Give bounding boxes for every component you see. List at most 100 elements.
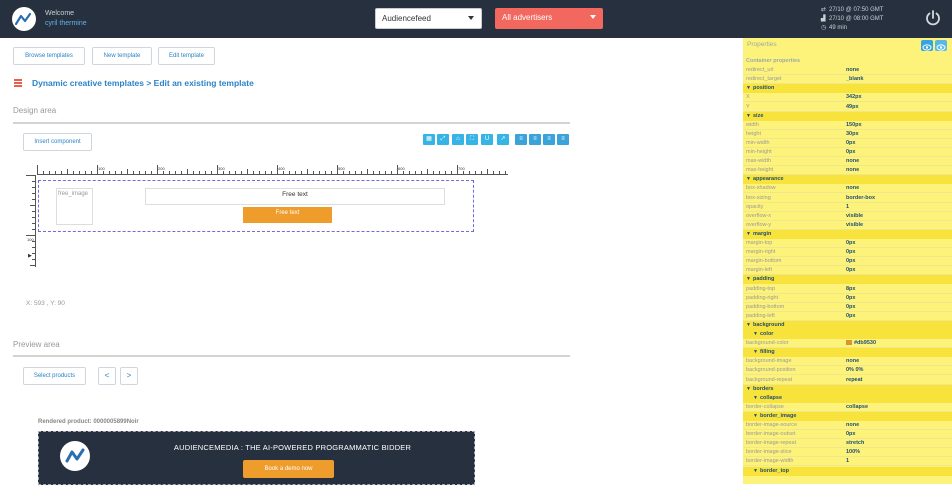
property-group[interactable]: ▼ color: [743, 330, 952, 339]
property-group[interactable]: ▼ size: [743, 111, 952, 121]
property-group[interactable]: ▼ appearance: [743, 175, 952, 185]
property-row: redirect_target _blank: [743, 75, 952, 85]
eye-icon[interactable]: [921, 40, 933, 51]
property-value[interactable]: none: [846, 184, 859, 193]
rendered-banner: AUDIENCEMEDIA : THE AI-POWERED PROGRAMMA…: [38, 431, 475, 485]
new-template-button[interactable]: New template: [92, 47, 152, 65]
ruler-tick: [307, 169, 308, 174]
advertisers-select[interactable]: All advertisers: [495, 8, 603, 29]
share-icon[interactable]: ↗: [497, 134, 509, 145]
align-left-icon[interactable]: ≡: [515, 134, 527, 145]
next-button[interactable]: >: [120, 367, 138, 385]
color-swatch[interactable]: [846, 340, 852, 346]
power-icon[interactable]: [924, 9, 942, 27]
property-value[interactable]: 0px: [846, 239, 855, 248]
property-row: margin-bottom 0px: [743, 257, 952, 267]
property-value[interactable]: visible: [846, 221, 863, 230]
property-row: padding-left 0px: [743, 312, 952, 321]
property-value[interactable]: repeat: [846, 376, 863, 385]
property-value[interactable]: none: [846, 421, 859, 430]
browse-templates-button[interactable]: Browse templates: [13, 47, 85, 65]
expand-icon[interactable]: ⤢: [437, 134, 449, 145]
property-group[interactable]: ▼ margin: [743, 229, 952, 239]
property-key-text: redirect_target: [746, 76, 782, 83]
ruler-label: 700: [458, 166, 465, 171]
main-select[interactable]: Audiencefeed: [375, 8, 482, 29]
property-value[interactable]: 0px: [846, 294, 855, 303]
ruler-tick: [283, 171, 284, 174]
magnet-icon[interactable]: U: [481, 134, 493, 145]
property-value[interactable]: 0px: [846, 312, 855, 321]
property-value[interactable]: _blank: [846, 75, 863, 84]
property-row: box-sizing border-box: [743, 194, 952, 203]
ruler-tick: [85, 171, 86, 174]
logo-icon[interactable]: [12, 7, 36, 31]
username-link[interactable]: cyril thermine: [45, 20, 87, 27]
free-text-component[interactable]: Free text: [145, 188, 445, 205]
property-value[interactable]: none: [846, 166, 859, 175]
align-right-icon[interactable]: ≡: [543, 134, 555, 145]
free-button-component[interactable]: Free text: [243, 207, 332, 223]
property-group-label: ▼ background: [746, 321, 784, 330]
property-group[interactable]: ▼ filling: [743, 348, 952, 358]
property-value[interactable]: none: [846, 66, 859, 75]
home-icon[interactable]: ⌂: [452, 134, 464, 145]
property-group[interactable]: ▼ background: [743, 320, 952, 330]
property-group[interactable]: ▼ collapse: [743, 393, 952, 403]
hamburger-icon[interactable]: [14, 79, 22, 87]
property-value[interactable]: 0px: [846, 257, 855, 266]
property-group[interactable]: ▼ borders: [743, 384, 952, 394]
banner-title: AUDIENCEMEDIA : THE AI-POWERED PROGRAMMA…: [173, 443, 412, 452]
property-value[interactable]: 0px: [846, 430, 855, 439]
property-value[interactable]: 1: [846, 457, 849, 466]
property-value[interactable]: 49px: [846, 103, 859, 112]
property-value[interactable]: 0px: [846, 139, 855, 148]
ruler-tick: [373, 171, 374, 174]
horizontal-ruler: 100 200 300 400 500 600 700: [37, 165, 508, 175]
property-value[interactable]: 0px: [846, 303, 855, 312]
property-value[interactable]: none: [846, 157, 859, 166]
ruler-tick: [79, 171, 80, 174]
property-value[interactable]: 1: [846, 203, 849, 212]
property-key-text: padding: [753, 276, 775, 283]
edit-template-button[interactable]: Edit template: [158, 47, 215, 65]
property-value[interactable]: 342px: [846, 93, 862, 102]
property-group[interactable]: ▼ padding: [743, 275, 952, 285]
property-group[interactable]: ▼ position: [743, 84, 952, 94]
ruler-tick: [295, 171, 296, 174]
property-value[interactable]: 30px: [846, 130, 859, 139]
property-value[interactable]: 0px: [846, 248, 855, 257]
align-center-icon[interactable]: ≡: [529, 134, 541, 145]
eye-icon[interactable]: [935, 40, 947, 51]
property-value[interactable]: 0px: [846, 266, 855, 275]
property-value[interactable]: stretch: [846, 439, 864, 448]
align-justify-icon[interactable]: ≡: [557, 134, 569, 145]
property-value[interactable]: border-box: [846, 194, 875, 203]
property-value[interactable]: collapse: [846, 403, 868, 412]
ruler-tick: [91, 171, 92, 174]
property-value[interactable]: 100%: [846, 448, 860, 457]
chevron-down-icon: ▼: [746, 85, 751, 92]
prev-button[interactable]: <: [98, 367, 116, 385]
book-demo-button[interactable]: Book a demo now: [243, 460, 334, 478]
ruler-tick: [385, 171, 386, 174]
property-value[interactable]: #db9530: [846, 339, 876, 348]
cursor-coordinates: X: 593 , Y: 90: [26, 300, 65, 307]
property-value[interactable]: 0px: [846, 148, 855, 157]
vertical-ruler: 100 ▶: [26, 175, 36, 267]
property-value[interactable]: none: [846, 357, 859, 366]
grid-icon[interactable]: ▦: [423, 134, 435, 145]
free-image-component[interactable]: free_image: [56, 188, 93, 225]
property-value-text: 150px: [846, 121, 862, 128]
ruler-tick: [32, 223, 35, 224]
property-value[interactable]: 0% 0%: [846, 366, 863, 375]
property-value[interactable]: 150px: [846, 121, 862, 130]
property-group[interactable]: ▼ border_top: [743, 466, 952, 476]
insert-component-button[interactable]: Insert component: [23, 133, 92, 151]
property-value[interactable]: visible: [846, 212, 863, 221]
ruler-tick: [253, 171, 254, 174]
property-value[interactable]: 8px: [846, 285, 855, 294]
fullscreen-icon[interactable]: ⛶: [466, 134, 478, 145]
select-products-button[interactable]: Select products: [23, 367, 86, 385]
property-group[interactable]: ▼ border_image: [743, 411, 952, 421]
